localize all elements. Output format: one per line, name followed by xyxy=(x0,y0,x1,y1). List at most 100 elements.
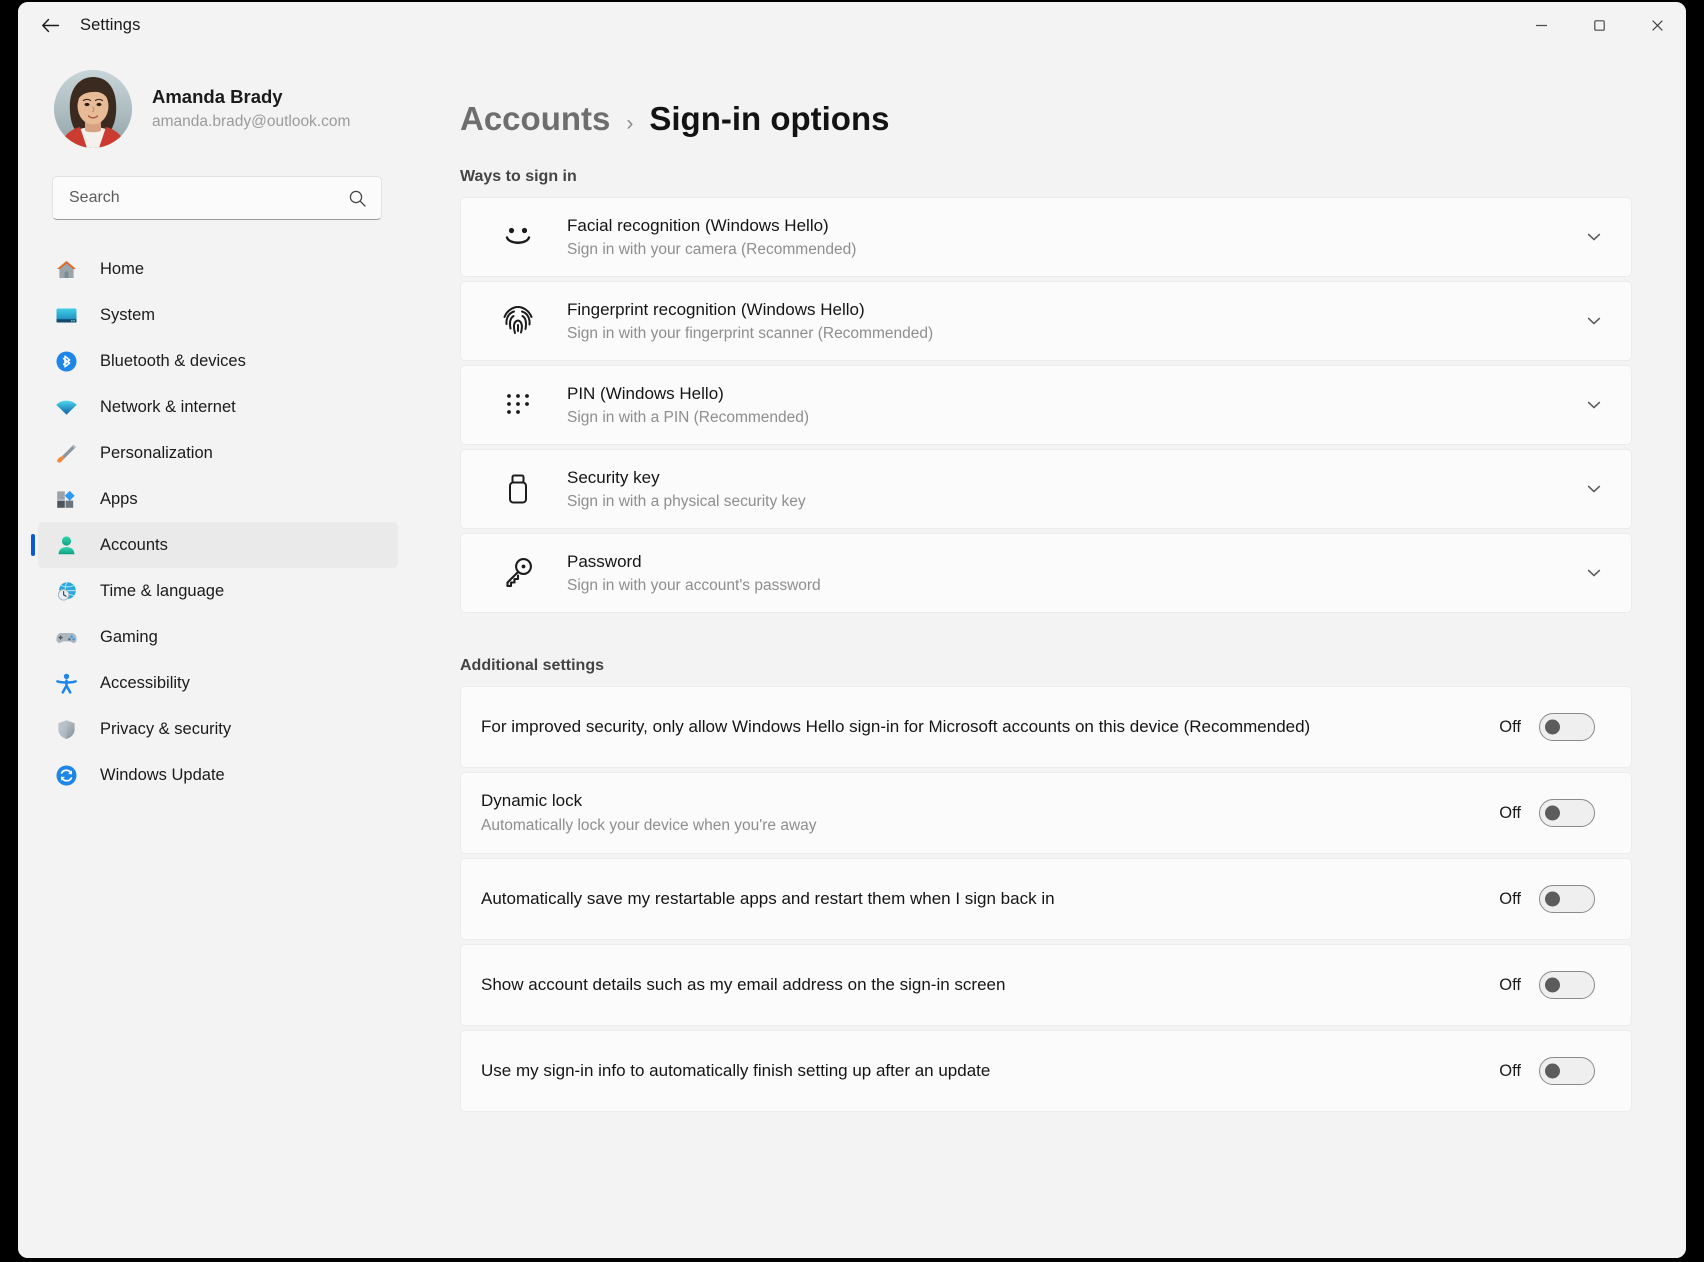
update-refresh-icon xyxy=(52,761,80,789)
setting-title: Use my sign-in info to automatically fin… xyxy=(481,1060,991,1080)
signin-option-fingerprint-recognition[interactable]: Fingerprint recognition (Windows Hello) … xyxy=(460,281,1632,361)
sidebar-item-label: Accounts xyxy=(100,535,168,554)
clock-globe-icon xyxy=(52,577,80,605)
setting-row-show-account-details: Show account details such as my email ad… xyxy=(460,944,1632,1026)
close-icon xyxy=(1651,19,1663,31)
back-button[interactable] xyxy=(30,8,70,42)
search-input[interactable] xyxy=(69,189,348,207)
setting-text: For improved security, only allow Window… xyxy=(481,715,1499,739)
signin-option-title: Fingerprint recognition (Windows Hello) xyxy=(567,299,865,319)
setting-title: For improved security, only allow Window… xyxy=(481,716,1311,736)
signin-option-subtitle: Sign in with a PIN (Recommended) xyxy=(567,409,810,427)
fingerprint-icon xyxy=(495,298,541,344)
sidebar-item-label: Personalization xyxy=(100,443,213,462)
ways-to-sign-in-heading: Ways to sign in xyxy=(460,168,577,185)
chevron-down-icon[interactable] xyxy=(1579,390,1609,420)
signin-option-subtitle: Sign in with your account's password xyxy=(567,577,821,595)
signin-option-text: Password Sign in with your account's pas… xyxy=(567,549,1579,598)
search-icon xyxy=(349,190,366,207)
toggle-state-label: Off xyxy=(1499,1061,1521,1080)
signin-option-text: Security key Sign in with a physical sec… xyxy=(567,465,1579,514)
setting-control: Off xyxy=(1499,713,1595,741)
smiley-face-icon xyxy=(495,214,541,260)
sidebar-item-time-language[interactable]: Time & language xyxy=(38,568,398,614)
sidebar-item-label: Privacy & security xyxy=(100,719,232,738)
sidebar-item-bluetooth[interactable]: Bluetooth & devices xyxy=(38,338,398,384)
toggle-switch[interactable] xyxy=(1539,799,1595,827)
sidebar-item-label: Home xyxy=(100,259,145,278)
sidebar-item-personalization[interactable]: Personalization xyxy=(38,430,398,476)
signin-option-title: PIN (Windows Hello) xyxy=(567,383,724,403)
toggle-state-label: Off xyxy=(1499,803,1521,822)
toggle-state-label: Off xyxy=(1499,717,1521,736)
minimize-icon xyxy=(1535,24,1547,26)
chevron-down-icon[interactable] xyxy=(1579,306,1609,336)
main-content: Accounts › Sign-in options Ways to sign … xyxy=(418,48,1686,1258)
avatar xyxy=(54,70,132,148)
signin-option-pin[interactable]: PIN (Windows Hello) Sign in with a PIN (… xyxy=(460,365,1632,445)
sidebar-item-gaming[interactable]: Gaming xyxy=(38,614,398,660)
settings-window: Settings Amanda Brady amanda.brady@outlo… xyxy=(18,2,1686,1258)
breadcrumb-parent[interactable]: Accounts xyxy=(460,100,610,138)
sidebar-item-privacy-security[interactable]: Privacy & security xyxy=(38,706,398,752)
sidebar-item-accounts[interactable]: Accounts xyxy=(31,522,398,568)
sidebar-item-label: Apps xyxy=(100,489,138,508)
signin-option-text: Facial recognition (Windows Hello) Sign … xyxy=(567,213,1579,262)
profile-name: Amanda Brady xyxy=(152,85,283,107)
window-controls xyxy=(1512,2,1686,48)
toggle-knob xyxy=(1545,805,1560,821)
sidebar-item-system[interactable]: System xyxy=(38,292,398,338)
sidebar-item-home[interactable]: Home xyxy=(38,246,398,292)
signin-option-password[interactable]: Password Sign in with your account's pas… xyxy=(460,533,1632,613)
search-box[interactable] xyxy=(52,176,382,220)
setting-text: Show account details such as my email ad… xyxy=(481,973,1499,997)
sidebar-item-label: Windows Update xyxy=(100,765,225,784)
toggle-switch[interactable] xyxy=(1539,885,1595,913)
page-title: Sign-in options xyxy=(649,100,890,137)
setting-row-dynamic-lock: Dynamic lock Automatically lock your dev… xyxy=(460,772,1632,854)
chevron-down-icon[interactable] xyxy=(1579,558,1609,588)
toggle-switch[interactable] xyxy=(1539,971,1595,999)
signin-option-text: PIN (Windows Hello) Sign in with a PIN (… xyxy=(567,381,1579,430)
breadcrumb: Accounts › Sign-in options xyxy=(460,100,1632,138)
minimize-button[interactable] xyxy=(1512,2,1570,48)
signin-option-text: Fingerprint recognition (Windows Hello) … xyxy=(567,297,1579,346)
profile-card[interactable]: Amanda Brady amanda.brady@outlook.com xyxy=(18,60,418,162)
avatar-photo-icon xyxy=(54,70,132,148)
close-button[interactable] xyxy=(1628,2,1686,48)
usb-security-key-icon xyxy=(495,466,541,512)
sidebar-item-network[interactable]: Network & internet xyxy=(38,384,398,430)
toggle-switch[interactable] xyxy=(1539,1057,1595,1085)
window-title: Settings xyxy=(80,15,141,34)
signin-option-title: Facial recognition (Windows Hello) xyxy=(567,215,829,235)
sidebar-item-apps[interactable]: Apps xyxy=(38,476,398,522)
sidebar-item-windows-update[interactable]: Windows Update xyxy=(38,752,398,798)
setting-title: Show account details such as my email ad… xyxy=(481,974,1006,994)
maximize-button[interactable] xyxy=(1570,2,1628,48)
chevron-down-icon[interactable] xyxy=(1579,474,1609,504)
pin-keypad-icon xyxy=(495,382,541,428)
setting-control: Off xyxy=(1499,885,1595,913)
signin-option-facial-recognition[interactable]: Facial recognition (Windows Hello) Sign … xyxy=(460,197,1632,277)
toggle-knob xyxy=(1545,1063,1560,1079)
additional-settings-heading: Additional settings xyxy=(460,657,604,674)
setting-row-use-signin-info: Use my sign-in info to automatically fin… xyxy=(460,1030,1632,1112)
person-icon xyxy=(52,531,80,559)
sidebar-item-accessibility[interactable]: Accessibility xyxy=(38,660,398,706)
toggle-switch[interactable] xyxy=(1539,713,1595,741)
profile-email: amanda.brady@outlook.com xyxy=(152,112,351,130)
signin-option-security-key[interactable]: Security key Sign in with a physical sec… xyxy=(460,449,1632,529)
setting-text: Automatically save my restartable apps a… xyxy=(481,887,1499,911)
sidebar-item-label: Gaming xyxy=(100,627,158,646)
sidebar-item-label: System xyxy=(100,305,156,324)
chevron-down-icon[interactable] xyxy=(1579,222,1609,252)
monitor-icon xyxy=(52,301,80,329)
profile-text: Amanda Brady amanda.brady@outlook.com xyxy=(152,85,350,133)
setting-text: Use my sign-in info to automatically fin… xyxy=(481,1059,1499,1083)
shield-icon xyxy=(52,715,80,743)
window-body: Amanda Brady amanda.brady@outlook.com Se… xyxy=(18,48,1686,1258)
signin-option-subtitle: Sign in with your fingerprint scanner (R… xyxy=(567,325,934,343)
title-bar: Settings xyxy=(18,2,1686,48)
wifi-icon xyxy=(52,393,80,421)
